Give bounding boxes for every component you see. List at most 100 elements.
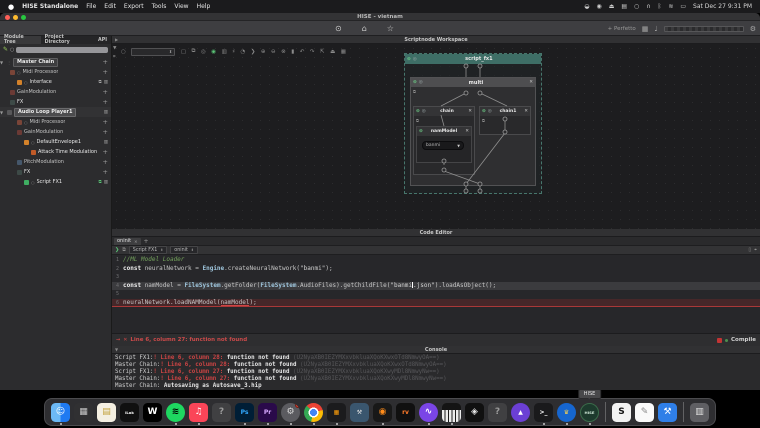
menu-file[interactable]: File <box>86 3 96 10</box>
node-close-icon[interactable]: ✕ <box>465 129 469 134</box>
node-bypass-icon[interactable]: ◎ <box>413 57 417 62</box>
tree-row-midi-processor-2[interactable]: ○ Midi Processor + <box>0 117 111 127</box>
tree-row-gain-modulation-2[interactable]: GainModulation + <box>0 127 111 137</box>
menu-tools[interactable]: Tools <box>152 3 167 10</box>
tree-row-script-fx[interactable]: ○ Script FX1 ⧉ ▥ <box>0 177 111 187</box>
menu-view[interactable]: View <box>174 3 188 10</box>
menu-clock[interactable]: Sat Dec 27 9:31 PM <box>693 3 752 10</box>
open-in-window-icon[interactable]: ⧉ <box>99 79 102 85</box>
dock-serum[interactable]: ◈ <box>465 402 484 422</box>
delete-icon[interactable]: ▥ <box>104 180 108 185</box>
add-module-button[interactable]: + <box>103 149 108 156</box>
node-power-icon[interactable]: ⊙ <box>407 57 411 62</box>
module-label[interactable]: Attack Time Modulation <box>38 149 97 155</box>
add-module-button[interactable]: + <box>103 119 108 126</box>
dock-photoshop[interactable]: Ps <box>235 402 254 422</box>
run-icon[interactable]: ❯ <box>115 247 119 253</box>
preset-label[interactable]: + Perfetto <box>608 26 636 32</box>
keyboard-panel-icon[interactable]: ▦ <box>642 25 649 33</box>
edit-icon[interactable]: ✎ <box>3 46 8 53</box>
add-module-button[interactable]: + <box>103 59 108 66</box>
delete-icon[interactable]: ▥ <box>104 110 108 115</box>
lock-icon[interactable]: ▮ <box>291 49 294 55</box>
copy-icon[interactable]: ⧉ <box>192 48 196 55</box>
add-module-button[interactable]: + <box>103 159 108 166</box>
module-label[interactable]: Interface <box>30 79 52 85</box>
node-bypass-icon[interactable]: ◎ <box>488 109 492 114</box>
node-power-icon[interactable]: ⊙ <box>416 109 420 114</box>
scriptnode-canvas[interactable]: ▼ ⌗ ○ ⬍ ▢ ⧉ ◎ ◉ ▥ ♯ ◔ ❯ ⊕ ⊖ ⊗ ▮ ↶ ↷ ⇱ ⏏ … <box>112 44 760 229</box>
expand-icon[interactable]: ▶ <box>115 36 118 44</box>
dock-textedit[interactable]: ✎ <box>635 402 654 422</box>
display-icon[interactable]: ▤ <box>621 3 627 10</box>
module-label[interactable]: Audio Loop Player1 <box>14 107 77 117</box>
console-output[interactable]: Script FX1:! Line 6, column 28: function… <box>112 354 760 390</box>
tree-row-gain-modulation[interactable]: GainModulation + <box>0 87 111 97</box>
add-module-button[interactable]: + <box>103 69 108 76</box>
module-label[interactable]: PitchModulation <box>24 159 64 165</box>
bypass-icon[interactable]: ○ <box>24 120 28 125</box>
star-icon[interactable]: ☆ <box>387 24 394 33</box>
console-filter-icon[interactable]: ▼ <box>115 346 118 354</box>
record-icon[interactable]: ◉ <box>596 3 601 10</box>
goto-error-icon[interactable]: → <box>116 337 120 343</box>
delete-icon[interactable]: ▥ <box>104 140 108 145</box>
node-close-icon[interactable]: ✕ <box>468 109 472 114</box>
add-parameter-icon[interactable]: ⧉ <box>416 118 419 123</box>
wifi-icon[interactable]: ≋ <box>668 3 673 10</box>
dock-launchpad[interactable]: ▦ <box>74 402 93 422</box>
snap-grid-icon[interactable]: ⌗ <box>113 54 116 60</box>
dock-ilok[interactable]: iLok <box>120 402 139 422</box>
add-node-icon[interactable]: ⊕ <box>261 49 266 55</box>
dock-calculator[interactable]: ▦ <box>327 402 346 422</box>
dock-spotify[interactable]: ≋ <box>166 402 185 422</box>
open-in-window-icon[interactable]: ⧉ <box>99 179 102 185</box>
grid-icon[interactable]: ▦ <box>341 49 346 55</box>
node-chain1[interactable]: ⊙ ◎ chain1 ✕ ⧉ <box>479 106 531 135</box>
add-module-button[interactable]: + <box>103 129 108 136</box>
add-parameter-icon[interactable]: ⧉ <box>413 89 416 94</box>
node-bypass-icon[interactable]: ◎ <box>422 109 426 114</box>
menu-app-name[interactable]: HISE Standalone <box>22 3 78 10</box>
comment-icon[interactable]: ❯ <box>251 49 256 55</box>
dock-pro-tools[interactable]: ∿ <box>419 402 438 422</box>
dock-s-app[interactable]: S <box>612 402 631 422</box>
collapse-icon[interactable]: ▼ <box>0 60 5 65</box>
bypass-icon[interactable]: ○ <box>17 70 21 75</box>
dock-terminal[interactable]: >_ <box>534 402 553 422</box>
bookmark-icon[interactable]: ▯ <box>748 247 751 253</box>
breadcrumb-oninit[interactable]: oninit ⬍ <box>170 246 198 254</box>
profile-icon[interactable]: ◔ <box>240 49 245 55</box>
tree-row-audio-loop-player[interactable]: ▼ Audio Loop Player1 ▥ <box>0 107 111 117</box>
parameter-icon[interactable]: ♯ <box>232 49 235 55</box>
search-icon[interactable]: ○ <box>634 3 639 10</box>
tree-row-default-envelope[interactable]: ○ DefaultEnvelope1 ▥ <box>0 137 111 147</box>
node-close-icon[interactable]: ✕ <box>529 80 533 85</box>
dock-notes[interactable]: ▤ <box>97 402 116 422</box>
module-label[interactable]: GainModulation <box>17 89 56 95</box>
tree-row-interface[interactable]: ○ Interface ⧉ ▥ <box>0 77 111 87</box>
tree-row-attack-time-modulation[interactable]: Attack Time Modulation + <box>0 147 111 157</box>
delete-icon[interactable]: ▥ <box>104 80 108 85</box>
tree-row-fx[interactable]: FX + <box>0 97 111 107</box>
tab-api[interactable]: API <box>94 36 111 44</box>
tree-row-pitch-modulation[interactable]: PitchModulation + <box>0 157 111 167</box>
tab-project-directory[interactable]: Project Directory <box>41 35 94 45</box>
add-parameter-icon[interactable]: ⧉ <box>482 118 485 123</box>
dock-trash[interactable]: ▥ <box>690 402 709 422</box>
dock-music[interactable]: ♫ <box>189 402 208 422</box>
bypass-icon[interactable]: ○ <box>31 140 35 145</box>
code-area[interactable]: 1 //ML Model Loader 2 const neuralNetwor… <box>112 255 760 333</box>
zoom-search-icon[interactable]: ○ <box>121 49 126 55</box>
bypass-icon[interactable]: ◎ <box>201 49 206 55</box>
bypass-icon[interactable]: ○ <box>24 80 28 85</box>
dock-midi-keyboard[interactable] <box>442 402 461 422</box>
copy-icon[interactable]: ⧉ <box>122 247 126 253</box>
node-power-icon[interactable]: ⊙ <box>413 80 417 85</box>
dock-crown-app[interactable]: ♛ <box>557 402 576 422</box>
module-label[interactable]: FX <box>24 169 30 175</box>
battery-icon[interactable]: ▭ <box>680 3 686 10</box>
dock-avid-app[interactable]: ▲ <box>511 402 530 422</box>
add-module-button[interactable]: + <box>103 89 108 96</box>
close-tab-icon[interactable]: ✕ <box>134 239 137 244</box>
